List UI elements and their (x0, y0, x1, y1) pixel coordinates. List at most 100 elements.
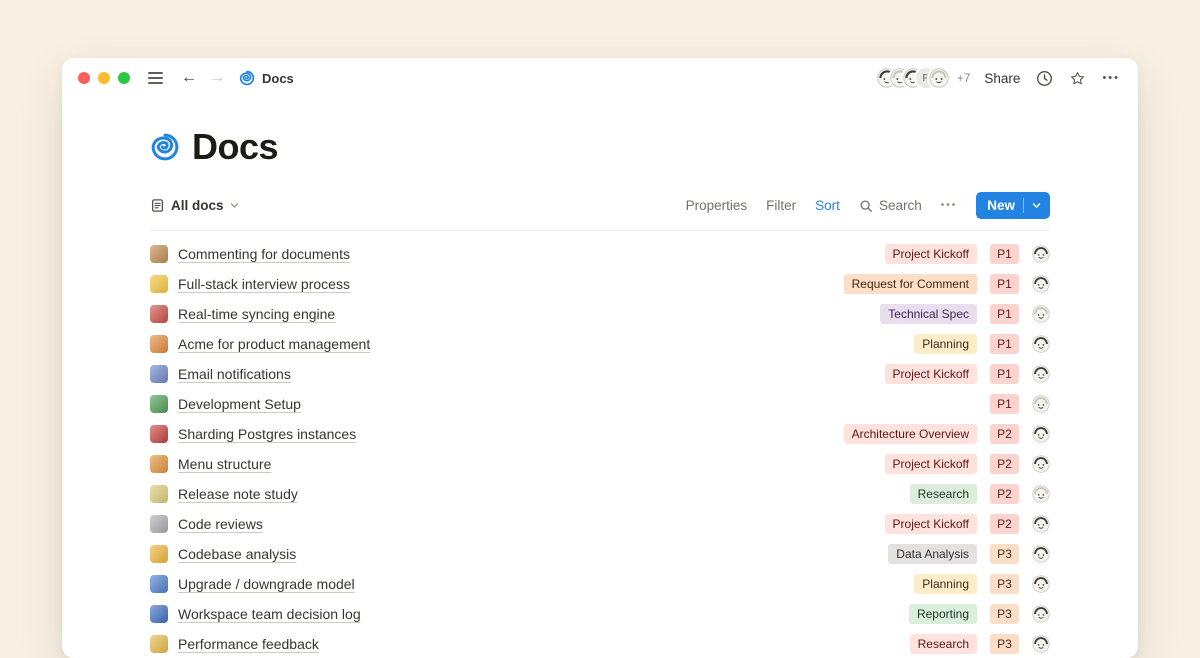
assignee-avatar[interactable] (1032, 395, 1050, 413)
doc-tag[interactable]: Project Kickoff (885, 364, 977, 384)
doc-row[interactable]: Development Setup P1 (150, 389, 1050, 419)
doc-row[interactable]: Sharding Postgres instances Architecture… (150, 419, 1050, 449)
doc-row[interactable]: Release note study Research P2 (150, 479, 1050, 509)
doc-row[interactable]: Commenting for documents Project Kickoff… (150, 239, 1050, 269)
assignee-avatar[interactable] (1032, 605, 1050, 623)
close-window-button[interactable] (78, 72, 90, 84)
assignee-avatar[interactable] (1032, 305, 1050, 323)
doc-row-meta: Planning P3 (914, 574, 1050, 594)
doc-tag[interactable]: Architecture Overview (844, 424, 977, 444)
doc-tag[interactable]: Data Analysis (888, 544, 977, 564)
doc-row[interactable]: Menu structure Project Kickoff P2 (150, 449, 1050, 479)
doc-tag[interactable]: Planning (914, 574, 977, 594)
priority-badge[interactable]: P1 (990, 334, 1019, 354)
collaborator-avatars[interactable]: P (877, 68, 949, 88)
collaborator-avatar[interactable] (929, 68, 949, 88)
doc-title[interactable]: Menu structure (178, 456, 271, 472)
more-options-icon[interactable]: ••• (1102, 72, 1120, 84)
nail-polish-icon (150, 635, 168, 653)
doc-title[interactable]: Real-time syncing engine (178, 306, 335, 322)
doc-title[interactable]: Development Setup (178, 396, 301, 412)
assignee-avatar[interactable] (1032, 245, 1050, 263)
forward-button[interactable]: → (209, 70, 225, 86)
doc-row[interactable]: Code reviews Project Kickoff P2 (150, 509, 1050, 539)
doc-row[interactable]: Full-stack interview process Request for… (150, 269, 1050, 299)
sidebar-menu-icon[interactable] (148, 72, 163, 84)
priority-badge[interactable]: P3 (990, 574, 1019, 594)
avatar-overflow-count[interactable]: +7 (957, 71, 971, 85)
doc-tag[interactable]: Research (910, 634, 977, 654)
doc-tag[interactable]: Project Kickoff (885, 244, 977, 264)
locomotive-icon (150, 305, 168, 323)
assignee-avatar[interactable] (1032, 425, 1050, 443)
doc-title[interactable]: Sharding Postgres instances (178, 426, 356, 442)
doc-row[interactable]: Workspace team decision log Reporting P3 (150, 599, 1050, 629)
doc-title[interactable]: Workspace team decision log (178, 606, 361, 622)
new-doc-button[interactable]: New (976, 192, 1050, 219)
priority-badge[interactable]: P2 (990, 514, 1019, 534)
doc-tag[interactable]: Planning (914, 334, 977, 354)
priority-badge[interactable]: P1 (990, 274, 1019, 294)
page-title: Docs (192, 126, 278, 168)
doc-tag[interactable]: Reporting (909, 604, 977, 624)
doc-row[interactable]: Upgrade / downgrade model Planning P3 (150, 569, 1050, 599)
doc-row[interactable]: Performance feedback Research P3 (150, 629, 1050, 658)
toolbar-more-icon[interactable]: ••• (941, 200, 958, 211)
doc-row[interactable]: Email notifications Project Kickoff P1 (150, 359, 1050, 389)
doc-row[interactable]: Acme for product management Planning P1 (150, 329, 1050, 359)
assignee-avatar[interactable] (1032, 335, 1050, 353)
assignee-avatar[interactable] (1032, 515, 1050, 533)
filter-button[interactable]: Filter (766, 198, 796, 213)
assignee-avatar[interactable] (1032, 635, 1050, 653)
sort-button[interactable]: Sort (815, 198, 840, 213)
back-button[interactable]: ← (181, 70, 197, 86)
window-title: Docs (262, 71, 294, 86)
priority-badge[interactable]: P3 (990, 604, 1019, 624)
assignee-avatar[interactable] (1032, 275, 1050, 293)
doc-row[interactable]: Real-time syncing engine Technical Spec … (150, 299, 1050, 329)
priority-badge[interactable]: P1 (990, 364, 1019, 384)
priority-badge[interactable]: P2 (990, 484, 1019, 504)
doc-tag[interactable]: Technical Spec (880, 304, 977, 324)
zoom-window-button[interactable] (118, 72, 130, 84)
properties-button[interactable]: Properties (686, 198, 748, 213)
doc-title[interactable]: Performance feedback (178, 636, 319, 652)
doc-row[interactable]: Codebase analysis Data Analysis P3 (150, 539, 1050, 569)
doc-title[interactable]: Commenting for documents (178, 246, 350, 262)
assignee-avatar[interactable] (1032, 365, 1050, 383)
doc-title[interactable]: Codebase analysis (178, 546, 296, 562)
history-clock-icon[interactable] (1036, 70, 1053, 87)
doc-title[interactable]: Upgrade / downgrade model (178, 576, 355, 592)
construction-icon (150, 335, 168, 353)
search-button[interactable]: Search (859, 198, 922, 213)
person-icon (150, 245, 168, 263)
person-face-icon (1032, 365, 1050, 383)
doc-tag[interactable]: Project Kickoff (885, 454, 977, 474)
priority-badge[interactable]: P1 (990, 244, 1019, 264)
assignee-avatar[interactable] (1032, 575, 1050, 593)
assignee-avatar[interactable] (1032, 485, 1050, 503)
favorite-star-icon[interactable] (1069, 70, 1086, 87)
priority-badge[interactable]: P1 (990, 304, 1019, 324)
doc-tag[interactable]: Request for Comment (844, 274, 977, 294)
priority-badge[interactable]: P2 (990, 454, 1019, 474)
doc-title[interactable]: Code reviews (178, 516, 263, 532)
priority-badge[interactable]: P3 (990, 634, 1019, 654)
share-button[interactable]: Share (984, 71, 1020, 86)
priority-badge[interactable]: P2 (990, 424, 1019, 444)
priority-badge[interactable]: P3 (990, 544, 1019, 564)
assignee-avatar[interactable] (1032, 545, 1050, 563)
person-face-icon (1032, 515, 1050, 533)
assignee-avatar[interactable] (1032, 455, 1050, 473)
doc-title[interactable]: Full-stack interview process (178, 276, 350, 292)
doc-tag[interactable]: Research (910, 484, 977, 504)
minimize-window-button[interactable] (98, 72, 110, 84)
doc-title[interactable]: Release note study (178, 486, 298, 502)
doc-title[interactable]: Acme for product management (178, 336, 370, 352)
view-selector[interactable]: All docs (150, 198, 239, 213)
doc-tag[interactable]: Project Kickoff (885, 514, 977, 534)
document-icon (150, 198, 165, 213)
priority-badge[interactable]: P1 (990, 394, 1019, 414)
doc-title[interactable]: Email notifications (178, 366, 291, 382)
doc-row-meta: Research P2 (910, 484, 1050, 504)
